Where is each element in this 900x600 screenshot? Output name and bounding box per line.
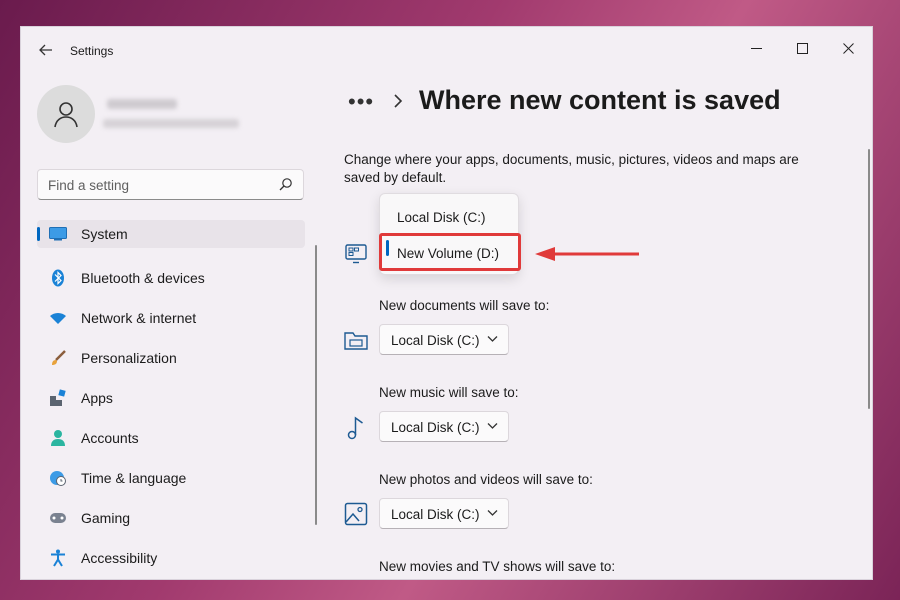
settings-window: Settings Find a setting System Bluetooth… bbox=[20, 26, 873, 580]
music-note-icon bbox=[343, 415, 369, 441]
bluetooth-icon bbox=[49, 269, 67, 287]
maximize-button[interactable] bbox=[779, 33, 825, 63]
sidebar-item-gaming[interactable]: Gaming bbox=[37, 498, 305, 538]
profile-email-blurred bbox=[103, 119, 239, 128]
title-bar: Settings bbox=[21, 27, 872, 75]
chevron-down-icon bbox=[487, 423, 498, 429]
annotation-highlight-box bbox=[379, 233, 521, 271]
sidebar-item-system[interactable]: System bbox=[37, 220, 305, 248]
system-icon bbox=[49, 225, 67, 243]
apps-monitor-icon bbox=[343, 241, 369, 267]
music-label: New music will save to: bbox=[379, 385, 519, 400]
documents-save-dropdown[interactable]: Local Disk (C:) bbox=[379, 324, 509, 355]
sidebar-item-label: Apps bbox=[81, 390, 113, 406]
search-input[interactable]: Find a setting bbox=[48, 178, 129, 193]
app-title: Settings bbox=[70, 44, 114, 58]
sidebar-item-label: Accessibility bbox=[81, 550, 158, 566]
back-arrow-icon bbox=[39, 44, 52, 56]
dropdown-value: Local Disk (C:) bbox=[391, 333, 480, 348]
documents-label: New documents will save to: bbox=[379, 298, 550, 313]
sidebar-item-accessibility[interactable]: Accessibility bbox=[37, 538, 305, 578]
chevron-down-icon bbox=[487, 336, 498, 342]
chevron-down-icon bbox=[487, 510, 498, 516]
minimize-icon bbox=[750, 47, 762, 49]
photos-videos-save-dropdown[interactable]: Local Disk (C:) bbox=[379, 498, 509, 529]
wifi-icon bbox=[49, 309, 67, 327]
maximize-icon bbox=[796, 42, 808, 54]
sidebar-scrollbar[interactable] bbox=[315, 245, 317, 525]
search-box[interactable]: Find a setting bbox=[37, 169, 304, 200]
sidebar-item-label: Time & language bbox=[81, 470, 187, 486]
dropdown-option-local-disk-c[interactable]: Local Disk (C:) bbox=[397, 210, 486, 225]
sidebar-item-accounts[interactable]: Accounts bbox=[37, 418, 305, 458]
selection-indicator bbox=[37, 227, 40, 241]
sidebar-item-label: Bluetooth & devices bbox=[81, 270, 205, 286]
documents-folder-icon bbox=[343, 327, 369, 353]
back-button[interactable] bbox=[35, 39, 57, 61]
photos-videos-label: New photos and videos will save to: bbox=[379, 472, 593, 487]
sidebar-item-label: Personalization bbox=[81, 350, 177, 366]
sidebar-item-label: Network & internet bbox=[81, 310, 197, 326]
accessibility-icon bbox=[49, 549, 67, 567]
sidebar-item-label: Gaming bbox=[81, 510, 131, 526]
sidebar-item-network[interactable]: Network & internet bbox=[37, 298, 305, 338]
globe-clock-icon bbox=[49, 469, 67, 487]
accounts-icon bbox=[49, 429, 67, 447]
music-save-dropdown[interactable]: Local Disk (C:) bbox=[379, 411, 509, 442]
breadcrumb-more-button[interactable]: ••• bbox=[348, 89, 374, 115]
apps-icon bbox=[49, 389, 67, 407]
chevron-right-icon bbox=[394, 94, 403, 108]
close-icon bbox=[842, 42, 854, 54]
page-title: Where new content is saved bbox=[419, 85, 781, 115]
sidebar-item-bluetooth[interactable]: Bluetooth & devices bbox=[37, 258, 305, 298]
page-description: Change where your apps, documents, music… bbox=[344, 152, 799, 185]
brush-icon bbox=[49, 349, 67, 367]
profile-name-blurred bbox=[107, 99, 177, 109]
photo-icon bbox=[343, 501, 369, 527]
sidebar-item-label: System bbox=[81, 226, 128, 242]
sidebar-item-time-language[interactable]: Time & language bbox=[37, 458, 305, 498]
sidebar-item-label: Accounts bbox=[81, 430, 139, 446]
movies-tv-label: New movies and TV shows will save to: bbox=[379, 559, 616, 574]
minimize-button[interactable] bbox=[733, 33, 779, 63]
dropdown-value: Local Disk (C:) bbox=[391, 420, 480, 435]
dropdown-value: Local Disk (C:) bbox=[391, 507, 480, 522]
search-icon[interactable] bbox=[279, 177, 293, 191]
avatar[interactable] bbox=[37, 85, 95, 143]
close-button[interactable] bbox=[825, 33, 871, 63]
main-scrollbar[interactable] bbox=[868, 149, 870, 409]
gamepad-icon bbox=[49, 509, 67, 527]
sidebar-nav: System Bluetooth & devices Network & int… bbox=[37, 218, 305, 578]
annotation-arrow-icon bbox=[535, 247, 639, 261]
sidebar-item-personalization[interactable]: Personalization bbox=[37, 338, 305, 378]
user-profile[interactable] bbox=[37, 85, 307, 145]
user-icon bbox=[54, 102, 78, 128]
sidebar-item-apps[interactable]: Apps bbox=[37, 378, 305, 418]
